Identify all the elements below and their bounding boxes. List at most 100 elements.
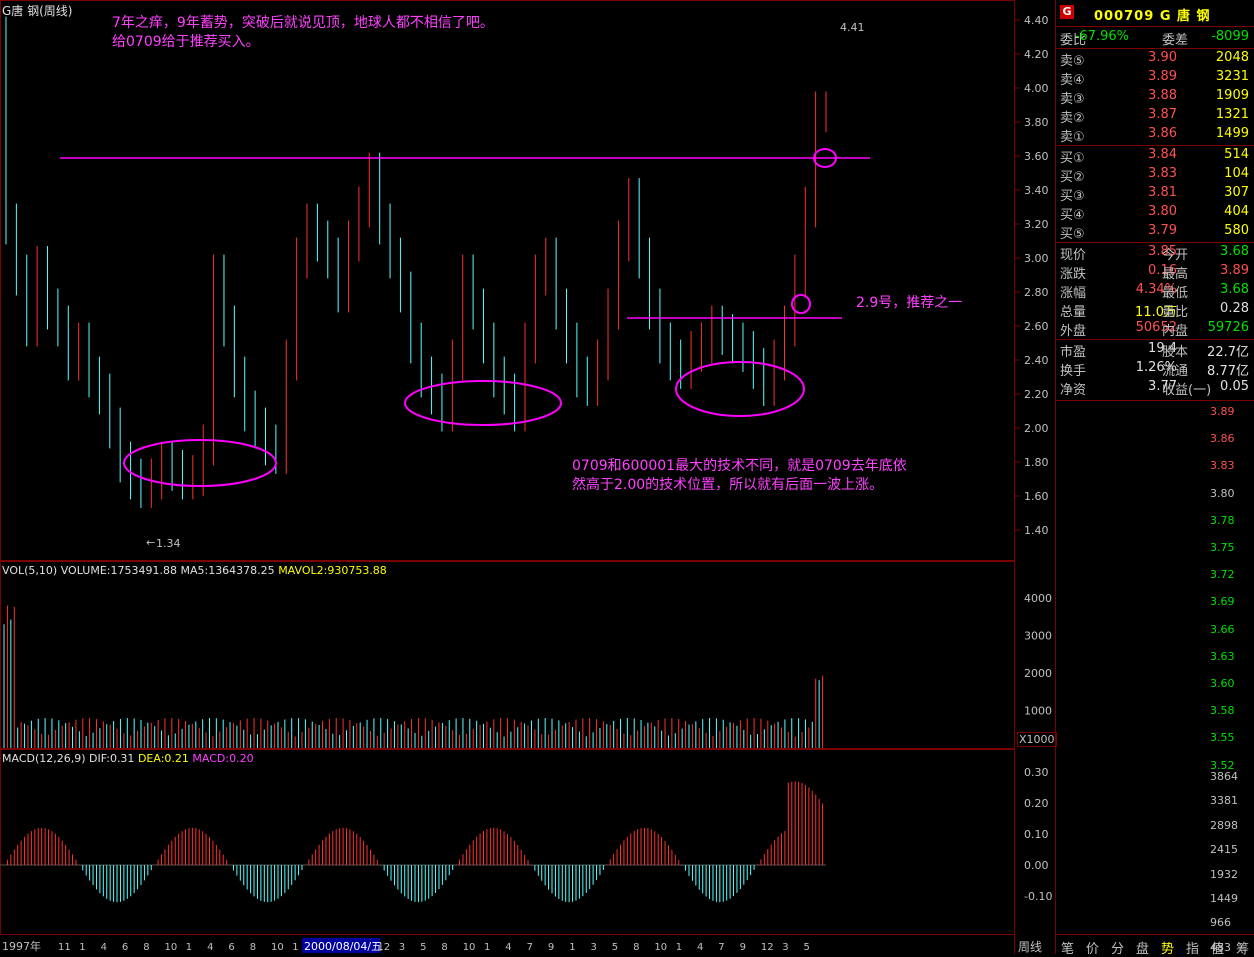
min-arrow: ← [146,536,156,549]
time-axis-tick: 1 [292,942,298,953]
macd-axis-label: -0.10 [1024,890,1052,903]
price-axis-label: 4.40 [1024,14,1049,27]
time-axis-tick: 9 [740,942,746,953]
bottom-ellipse-1 [123,439,277,487]
annotation-top-line2: 给0709给于推荐买入。 [112,34,260,50]
tab-1[interactable]: 价 [1086,938,1099,957]
stock-code-name: 000709 G 唐 钢 [1094,9,1211,24]
intraday-vol-axis-label: 3864 [1210,770,1238,783]
quote-header: G 000709 G 唐 钢 [1056,0,1254,27]
tab-2[interactable]: 分 [1111,938,1124,957]
intraday-vol-axis-label: 3381 [1210,794,1238,808]
intraday-axis-label: 3.86 [1210,432,1235,446]
price-axis-label: 1.40 [1024,524,1049,537]
price-axis-label: 2.60 [1024,320,1049,333]
price-axis-label: 1.60 [1024,490,1049,503]
sell-level-1: 卖① 3.86 1499 [1060,126,1249,145]
intraday-axis-label: 3.66 [1210,622,1235,636]
time-axis-tick: 7 [527,942,533,953]
sell-level-2: 卖② 3.87 1321 [1060,107,1249,126]
macd-axis-label: 0.20 [1024,797,1049,810]
macd-label: MACD(12,26,9) [2,752,86,765]
tab-0[interactable]: 笔 [1061,938,1074,957]
time-axis-tick: 10 [463,942,476,953]
sell-level-4: 卖④ 3.89 3231 [1060,69,1249,88]
tab-4[interactable]: 势 [1161,938,1174,957]
time-axis-tick: 8 [143,942,149,953]
time-axis-tick: 8 [633,942,639,953]
max-price-label: 4.41 [840,21,865,34]
buy-level-2: 买② 3.83 104 [1060,166,1249,185]
intraday-axis-label: 3.63 [1210,649,1235,663]
time-axis-tick: 1 [569,942,575,953]
price-axis-label: 2.80 [1024,286,1049,299]
time-axis-tick: 4 [697,942,703,953]
intraday-vol-axis-label: 966 [1210,916,1231,930]
kline-chart-area[interactable]: 4.40 4.20 4.00 3.80 3.60 3.40 3.20 3.00 2.80 2.60… [0,0,1055,954]
tab-7[interactable]: 筹 [1236,938,1249,957]
intraday-axis-label: 3.60 [1210,677,1235,690]
min-price-label: 1.34 [156,537,181,550]
sell-level-5: 卖⑤ 3.90 2048 [1060,50,1249,69]
time-axis-tick: 5 [420,942,426,953]
stat-row: 涨跌 0.16 最高 3.89 [1060,263,1249,282]
stat-row: 现价 3.85 今开 3.68 [1060,244,1249,263]
stock-logo: G [1060,5,1074,19]
period-button[interactable]: 周线 [1018,938,1042,955]
intraday-axis-label: 3.80 [1210,486,1235,500]
time-axis-tick: 1 [186,942,192,953]
intraday-axis-label: 3.83 [1210,459,1235,473]
time-axis-tick: 6 [228,942,234,953]
intraday-axis-label: 3.78 [1210,513,1235,527]
time-axis-tick: 4 [207,942,213,953]
intraday-vol-axis-label: 2415 [1210,843,1238,857]
bottom-ellipse-3 [675,361,805,417]
quote-panel: G 000709 G 唐 钢 委比 -67.96% 委差 -8099 笔价分盘势指值… [1055,0,1254,957]
time-axis-start: 1997年 [2,939,41,953]
time-axis-tick: 4 [101,942,107,953]
intraday-axis-label: 3.58 [1210,704,1235,718]
price-axis-label: 2.00 [1024,422,1049,435]
macd-axis-label: 0.30 [1024,766,1049,779]
price-axis-label: 2.20 [1024,388,1049,401]
annotation-bottom-line2: 然高于2.00的技术位置，所以就有后面一波上涨。 [572,477,884,493]
intraday-vol-axis-label: 483 [1210,940,1231,954]
buy-level-5: 买⑤ 3.79 580 [1060,223,1249,242]
vol-ma5: MA5:1364378.25 [180,564,275,577]
tab-5[interactable]: 指 [1186,938,1199,957]
fin-row: 净资 3.77 收益(一) 0.05 [1060,379,1249,398]
time-axis-tick: 1 [484,942,490,953]
annotation-top-line1: 7年之痒，9年蓄势，突破后就说见顶，地球人都不相信了吧。 [112,15,494,31]
stat-row: 总量 11.0万 量比 0.28 [1060,301,1249,320]
time-axis-tick: 8 [250,942,256,953]
chart-title: G唐 钢(周线) [2,4,73,18]
vol-value: VOLUME:1753491.88 [60,564,177,577]
time-axis-tick: 5 [612,942,618,953]
macd-dif: DIF:0.31 [89,752,135,765]
price-axis-label: 1.80 [1024,456,1049,469]
annotation-bottom-line1: 0709和600001最大的技术不同，就是0709去年底依 [572,458,907,474]
tab-3[interactable]: 盘 [1136,938,1149,957]
volume-axis-label: 4000 [1024,592,1052,605]
time-axis-tick: 4 [505,942,511,953]
volume-header: VOL(5,10) VOLUME:1753491.88 MA5:1364378.… [2,564,387,577]
macd-dea: DEA:0.21 [137,752,189,765]
price-axis-label: 2.40 [1024,354,1049,367]
volume-axis-label: 3000 [1024,630,1052,643]
intraday-vol-axis-label: 1932 [1210,867,1238,881]
time-axis-tick: 3 [591,942,597,953]
intraday-axis-label: 3.55 [1210,731,1235,745]
macd-header: MACD(12,26,9) DIF:0.31 DEA:0.21 MACD:0.2… [2,752,254,765]
fin-row: 市盈 19.4 股本 22.7亿 [1060,341,1249,360]
price-axis-label: 4.00 [1024,82,1049,95]
time-axis-tick: 9 [548,942,554,953]
intraday-axis-label: 3.72 [1210,568,1235,582]
time-axis-tick: 10 [654,942,667,953]
price-axis-label: 4.20 [1024,48,1049,61]
time-axis-tick: 12 [761,942,774,953]
vol-mavol2: MAVOL2:930753.88 [278,564,387,577]
vol-label: VOL(5,10) [2,564,58,577]
fin-row: 换手 1.26% 流通 8.77亿 [1060,360,1249,379]
time-axis-tick: 8 [441,942,447,953]
intraday-vol-axis-label: 2898 [1210,818,1238,832]
